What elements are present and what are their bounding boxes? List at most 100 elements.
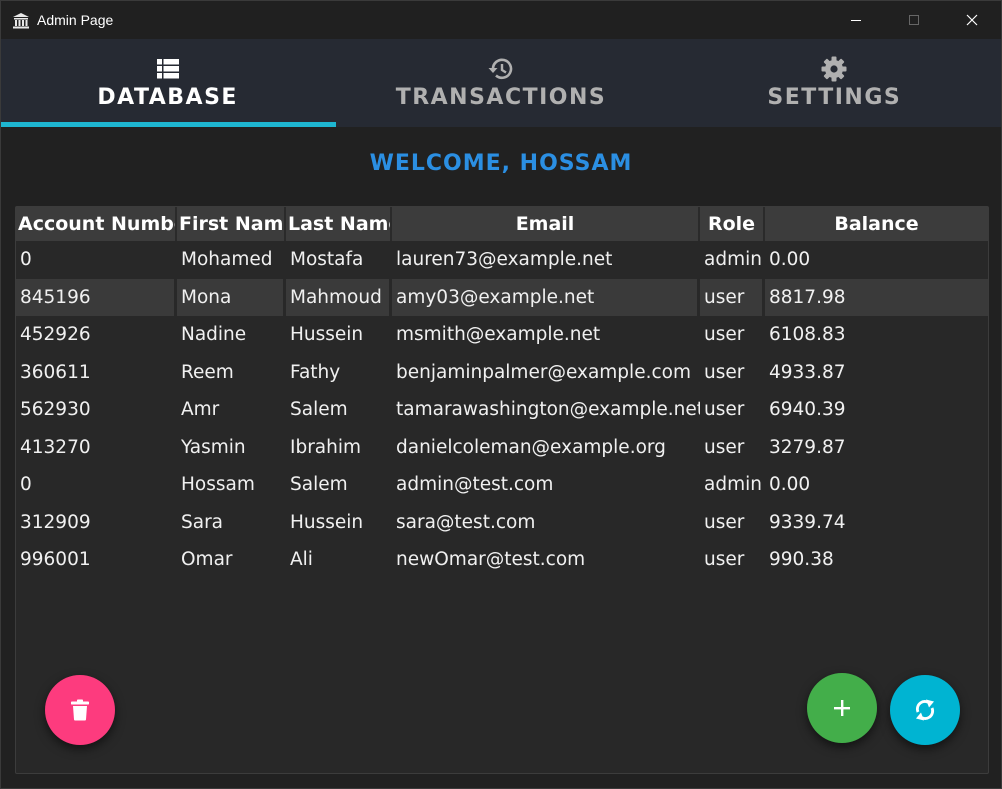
table-cell: 452926 [20,324,91,346]
table-cell: admin [704,249,762,271]
welcome-heading: WELCOME, HOSSAM [369,151,633,176]
title-bar: Admin Page [1,1,1001,39]
table-cell: Fathy [290,361,341,383]
table-cell: newOmar@test.com [396,549,586,571]
gear-icon [821,56,847,82]
table-cell: Mahmoud [286,278,392,316]
table-cell: admin@test.com [396,474,554,496]
table-cell: 0 [20,249,32,271]
table-cell: Omar [181,549,233,571]
table-cell: 562930 [20,399,91,421]
minimize-icon [851,20,861,21]
delete-button[interactable] [45,675,115,745]
window-controls [827,1,1001,39]
table-cell: tamarawashington@example.net [396,399,700,421]
bank-icon [11,10,31,30]
table-cell: msmith@example.net [396,324,601,346]
table-cell: 9339.74 [769,511,846,533]
table-cell: Hussein [290,511,364,533]
table-list-icon [156,56,179,82]
table-cell: Mona [177,278,286,316]
table-row[interactable]: 312909 Sara Hussein sara@test.com user 9… [16,504,988,542]
table-cell: Reem [181,361,234,383]
table-row[interactable]: 413270 Yasmin Ibrahim danielcoleman@exam… [16,429,988,467]
minimize-button[interactable] [827,1,885,39]
table-cell: 8817.98 [765,278,988,316]
table-cell: user [704,361,745,383]
table-cell: Hossam [181,474,255,496]
table-cell: Ali [290,549,313,571]
table-cell: admin [704,474,762,496]
table-row[interactable]: 996001 Omar Ali newOmar@test.com user 99… [16,541,988,579]
column-header[interactable]: Last Name [286,207,392,241]
column-header[interactable]: Account Number [16,207,177,241]
table-cell: Sara [181,511,224,533]
table-cell: 990.38 [769,549,834,571]
add-user-button[interactable] [807,673,877,743]
table-cell: 0 [20,474,32,496]
table-cell: Mohamed [181,249,273,271]
table-cell: 4933.87 [769,361,846,383]
table-cell: user [704,549,745,571]
table-cell: lauren73@example.net [396,249,613,271]
admin-window: Admin Page DATABASE TRANSACTIONS SETTING… [0,0,1002,789]
table-cell: Hussein [290,324,364,346]
column-header[interactable]: Balance [765,207,988,241]
tab-database-label: DATABASE [97,85,238,110]
trash-icon [71,699,89,721]
table-cell: user [704,399,745,421]
table-header-row: Account Number First Name Last Name Emai… [16,207,988,241]
database-panel: WELCOME, HOSSAM Account Number First Nam… [1,127,1001,788]
plus-icon [834,700,850,716]
accounts-table: Account Number First Name Last Name Emai… [16,207,988,579]
table-cell: 0.00 [769,249,811,271]
column-header[interactable]: Role [700,207,765,241]
table-cell: benjaminpalmer@example.com [396,361,691,383]
table-cell: 6940.39 [769,399,846,421]
table-cell: 413270 [20,436,91,458]
table-cell: user [700,278,765,316]
close-icon [966,14,978,26]
maximize-button[interactable] [885,1,943,39]
table-cell: amy03@example.net [392,278,700,316]
table-cell: user [704,436,745,458]
tab-transactions-label: TRANSACTIONS [395,85,607,110]
table-row[interactable]: 562930 Amr Salem tamarawashington@exampl… [16,391,988,429]
table-cell: Ibrahim [290,436,362,458]
tab-database[interactable]: DATABASE [1,39,336,127]
column-header[interactable]: First Name [177,207,286,241]
close-button[interactable] [943,1,1001,39]
tab-settings-label: SETTINGS [767,85,902,110]
table-cell: 6108.83 [769,324,846,346]
table-cell: 0.00 [769,474,811,496]
table-cell: user [704,511,745,533]
table-cell: 996001 [20,549,91,571]
table-cell: user [704,324,745,346]
table-cell: 312909 [20,511,91,533]
table-cell: sara@test.com [396,511,536,533]
history-icon [487,56,515,82]
table-cell: Amr [181,399,220,421]
table-row[interactable]: 0 Mohamed Mostafa lauren73@example.net a… [16,241,988,279]
table-cell: 845196 [16,278,177,316]
column-header[interactable]: Email [392,207,700,241]
table-row-selected[interactable]: 845196 Mona Mahmoud amy03@example.net us… [16,278,988,316]
table-cell: Mostafa [290,249,364,271]
table-row[interactable]: 452926 Nadine Hussein msmith@example.net… [16,316,988,354]
maximize-icon [909,15,919,25]
table-cell: Salem [290,474,348,496]
tab-transactions[interactable]: TRANSACTIONS [334,39,667,127]
table-row[interactable]: 360611 Reem Fathy benjaminpalmer@example… [16,354,988,392]
table-cell: 360611 [20,361,91,383]
window-title: Admin Page [37,12,114,28]
table-cell: Salem [290,399,348,421]
table-cell: danielcoleman@example.org [396,436,666,458]
table-cell: 3279.87 [769,436,846,458]
table-cell: Yasmin [181,436,246,458]
tab-settings[interactable]: SETTINGS [668,39,1001,127]
table-cell: Nadine [181,324,247,346]
tab-bar: DATABASE TRANSACTIONS SETTINGS [1,39,1001,127]
table-row[interactable]: 0 Hossam Salem admin@test.com admin 0.00 [16,466,988,504]
refresh-icon [916,699,934,721]
refresh-button[interactable] [890,675,960,745]
